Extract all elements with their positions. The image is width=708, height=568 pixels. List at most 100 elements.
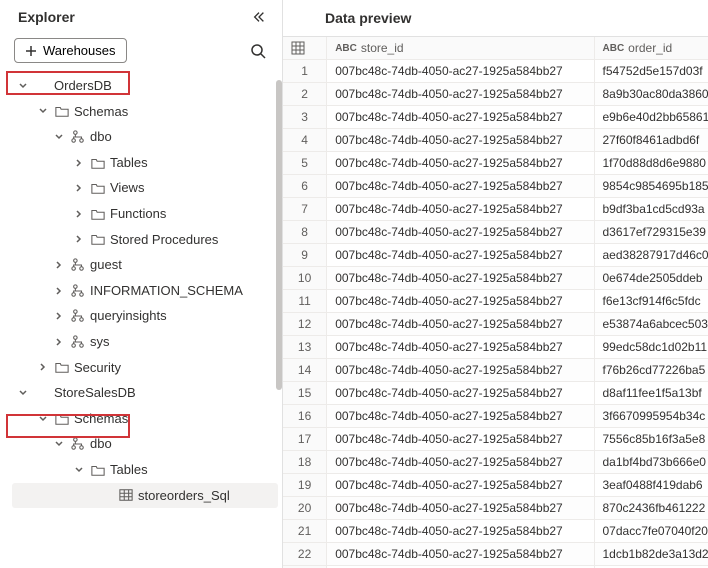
table-row[interactable]: 11007bc48c-74db-4050-ac27-1925a584bb27f6… — [283, 290, 708, 313]
column-header-store-id[interactable]: ABC store_id — [327, 37, 594, 59]
cell-store-id: 007bc48c-74db-4050-ac27-1925a584bb27 — [327, 106, 594, 128]
cell-order-id: 8a9b30ac80da3860 — [595, 83, 708, 105]
cell-store-id: 007bc48c-74db-4050-ac27-1925a584bb27 — [327, 175, 594, 197]
cell-store-id: 007bc48c-74db-4050-ac27-1925a584bb27 — [327, 428, 594, 450]
chevron-right-icon — [52, 260, 66, 270]
data-grid: ABC store_id ABC order_id 1007bc48c-74db… — [283, 36, 708, 568]
schema-icon — [70, 335, 86, 349]
cell-order-id: b9df3ba1cd5cd93a — [595, 198, 708, 220]
table-row[interactable]: 6007bc48c-74db-4050-ac27-1925a584bb27985… — [283, 175, 708, 198]
tree-node[interactable]: sys — [12, 329, 278, 355]
table-row[interactable]: 8007bc48c-74db-4050-ac27-1925a584bb27d36… — [283, 221, 708, 244]
row-number-cell: 16 — [283, 405, 327, 427]
cell-store-id: 007bc48c-74db-4050-ac27-1925a584bb27 — [327, 60, 594, 82]
tree-node-label: Functions — [110, 206, 166, 222]
row-number-cell: 21 — [283, 520, 327, 542]
tree-node[interactable]: queryinsights — [12, 303, 278, 329]
row-number-cell: 12 — [283, 313, 327, 335]
cell-store-id: 007bc48c-74db-4050-ac27-1925a584bb27 — [327, 267, 594, 289]
chevron-right-icon — [36, 362, 50, 372]
folder-icon — [54, 360, 70, 374]
chevron-down-icon — [36, 414, 50, 424]
table-row[interactable]: 5007bc48c-74db-4050-ac27-1925a584bb271f7… — [283, 152, 708, 175]
row-number-cell: 8 — [283, 221, 327, 243]
table-row[interactable]: 19007bc48c-74db-4050-ac27-1925a584bb273e… — [283, 474, 708, 497]
tree-node[interactable]: Views — [12, 175, 278, 201]
tree-node[interactable]: Tables — [12, 150, 278, 176]
table-row[interactable]: 2007bc48c-74db-4050-ac27-1925a584bb278a9… — [283, 83, 708, 106]
cell-order-id: 7556c85b16f3a5e8 — [595, 428, 708, 450]
collapse-explorer-button[interactable] — [248, 8, 270, 26]
add-warehouse-button[interactable]: Warehouses — [14, 38, 127, 63]
cell-order-id: da1bf4bd73b666e0 — [595, 451, 708, 473]
tree-node[interactable]: Schemas — [12, 99, 278, 125]
cell-order-id: f76b26cd77226ba5 — [595, 359, 708, 381]
search-icon — [250, 43, 266, 59]
explorer-tree[interactable]: OrdersDBSchemasdboTablesViewsFunctionsSt… — [0, 71, 282, 568]
tree-node[interactable]: Functions — [12, 201, 278, 227]
table-row[interactable]: 21007bc48c-74db-4050-ac27-1925a584bb2707… — [283, 520, 708, 543]
table-row[interactable]: 13007bc48c-74db-4050-ac27-1925a584bb2799… — [283, 336, 708, 359]
cell-store-id: 007bc48c-74db-4050-ac27-1925a584bb27 — [327, 405, 594, 427]
table-row[interactable]: 22007bc48c-74db-4050-ac27-1925a584bb271d… — [283, 543, 708, 566]
chevron-right-icon — [52, 337, 66, 347]
explorer-title: Explorer — [18, 9, 75, 25]
tree-node[interactable]: guest — [12, 252, 278, 278]
chevron-down-icon — [16, 388, 30, 398]
tree-node[interactable]: Schemas — [12, 406, 278, 432]
tree-node[interactable]: Tables — [12, 457, 278, 483]
schema-icon — [70, 437, 86, 451]
row-number-cell: 7 — [283, 198, 327, 220]
row-number-cell: 20 — [283, 497, 327, 519]
cell-order-id: 1dcb1b82de3a13d2 — [595, 543, 708, 565]
tree-node[interactable]: Security — [12, 355, 278, 381]
cell-order-id: d8af11fee1f5a13bf — [595, 382, 708, 404]
cell-order-id: e9b6e40d2bb65861 — [595, 106, 708, 128]
cell-order-id: 07dacc7fe07040f20 — [595, 520, 708, 542]
table-row[interactable]: 10007bc48c-74db-4050-ac27-1925a584bb270e… — [283, 267, 708, 290]
row-number-cell: 14 — [283, 359, 327, 381]
tree-node[interactable]: OrdersDB — [12, 73, 278, 99]
table-row[interactable]: 14007bc48c-74db-4050-ac27-1925a584bb27f7… — [283, 359, 708, 382]
table-row[interactable]: 18007bc48c-74db-4050-ac27-1925a584bb27da… — [283, 451, 708, 474]
schema-icon — [70, 309, 86, 323]
tree-node[interactable]: dbo — [12, 431, 278, 457]
tree-node[interactable]: INFORMATION_SCHEMA — [12, 278, 278, 304]
tree-node[interactable]: dbo — [12, 124, 278, 150]
cell-store-id: 007bc48c-74db-4050-ac27-1925a584bb27 — [327, 244, 594, 266]
chevron-down-icon — [52, 132, 66, 142]
table-row[interactable]: 4007bc48c-74db-4050-ac27-1925a584bb2727f… — [283, 129, 708, 152]
cell-order-id: 27f60f8461adbd6f — [595, 129, 708, 151]
tree-node[interactable]: StoreSalesDB — [12, 380, 278, 406]
table-row[interactable]: 3007bc48c-74db-4050-ac27-1925a584bb27e9b… — [283, 106, 708, 129]
cell-store-id: 007bc48c-74db-4050-ac27-1925a584bb27 — [327, 359, 594, 381]
table-row[interactable]: 9007bc48c-74db-4050-ac27-1925a584bb27aed… — [283, 244, 708, 267]
table-row[interactable]: 12007bc48c-74db-4050-ac27-1925a584bb27e5… — [283, 313, 708, 336]
cell-store-id: 007bc48c-74db-4050-ac27-1925a584bb27 — [327, 451, 594, 473]
table-row[interactable]: 17007bc48c-74db-4050-ac27-1925a584bb2775… — [283, 428, 708, 451]
cell-store-id: 007bc48c-74db-4050-ac27-1925a584bb27 — [327, 336, 594, 358]
tree-node-label: guest — [90, 257, 122, 273]
folder-icon — [54, 104, 70, 118]
table-row[interactable]: 16007bc48c-74db-4050-ac27-1925a584bb273f… — [283, 405, 708, 428]
scrollbar[interactable] — [276, 80, 282, 390]
column-header-order-id[interactable]: ABC order_id — [595, 37, 708, 59]
row-number-cell: 22 — [283, 543, 327, 565]
table-row[interactable]: 15007bc48c-74db-4050-ac27-1925a584bb27d8… — [283, 382, 708, 405]
table-row[interactable]: 20007bc48c-74db-4050-ac27-1925a584bb2787… — [283, 497, 708, 520]
column-name: store_id — [361, 41, 404, 55]
cell-store-id: 007bc48c-74db-4050-ac27-1925a584bb27 — [327, 497, 594, 519]
table-row[interactable]: 7007bc48c-74db-4050-ac27-1925a584bb27b9d… — [283, 198, 708, 221]
row-number-cell: 17 — [283, 428, 327, 450]
tree-node-label: dbo — [90, 436, 112, 452]
search-button[interactable] — [246, 39, 270, 63]
row-number-header[interactable] — [283, 37, 327, 59]
cell-store-id: 007bc48c-74db-4050-ac27-1925a584bb27 — [327, 520, 594, 542]
row-number-cell: 18 — [283, 451, 327, 473]
table-row[interactable]: 1007bc48c-74db-4050-ac27-1925a584bb27f54… — [283, 60, 708, 83]
tree-node[interactable]: storeorders_Sql — [12, 483, 278, 509]
tree-node[interactable]: Stored Procedures — [12, 227, 278, 253]
cell-order-id: 99edc58dc1d02b11 — [595, 336, 708, 358]
chevron-right-icon — [72, 158, 86, 168]
cell-order-id: aed38287917d46c0 — [595, 244, 708, 266]
